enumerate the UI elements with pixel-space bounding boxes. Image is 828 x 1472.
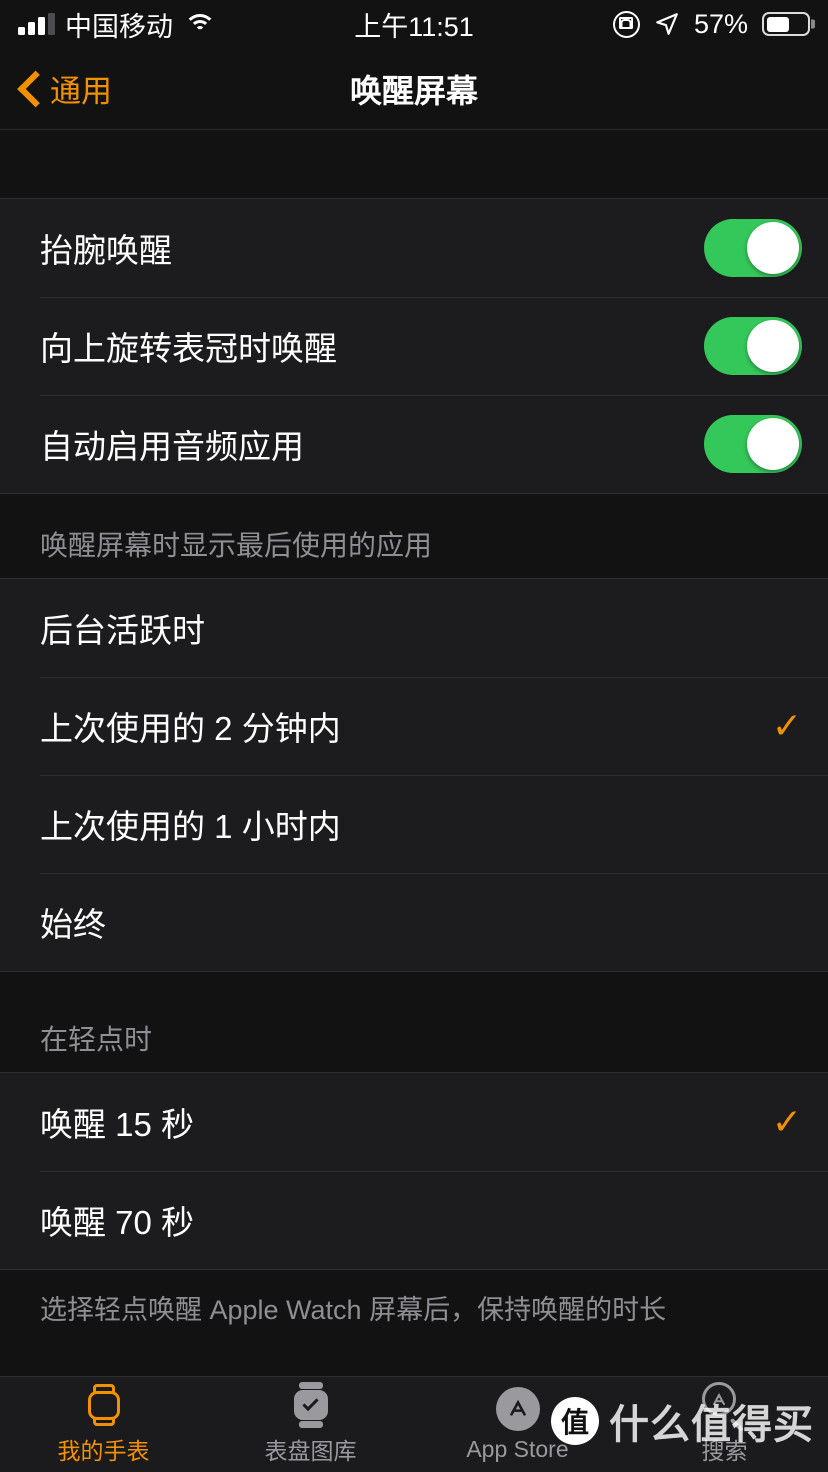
top-spacer (0, 130, 828, 198)
table-row[interactable]: 后台活跃时 (0, 579, 828, 677)
tab-label: 搜索 (701, 1438, 748, 1464)
tab-my-watch[interactable]: 我的手表 (0, 1377, 207, 1472)
row-label: 抬腕唤醒 (40, 232, 172, 269)
battery-percent-label: 57% (693, 8, 748, 39)
row-label: 向上旋转表冠时唤醒 (40, 330, 337, 367)
app-store-icon (495, 1386, 540, 1431)
status-bar-right: 57% (612, 8, 810, 40)
table-row[interactable]: 向上旋转表冠时唤醒 (0, 297, 828, 395)
tab-app-store[interactable]: App Store (414, 1377, 621, 1472)
watch-icon (85, 1383, 123, 1427)
wifi-icon (183, 12, 217, 36)
section-header-on-tap: 在轻点时 (0, 972, 828, 1072)
battery-icon (762, 12, 810, 36)
watch-face-gallery-icon (292, 1382, 330, 1428)
phone-screen: 中国移动 上午11:51 57% 通用 唤醒屏幕 抬腕唤醒 向上旋转表冠时唤醒 … (0, 0, 828, 1472)
checkmark-icon: ✓ (771, 1101, 802, 1142)
tab-label: 我的手表 (57, 1438, 150, 1464)
toggle-auto-launch-audio[interactable] (704, 415, 802, 473)
last-app-options-group: 后台活跃时 上次使用的 2 分钟内 ✓ 上次使用的 1 小时内 始终 (0, 578, 828, 972)
section-footer-on-tap: 选择轻点唤醒 Apple Watch 屏幕后，保持唤醒的时长 (0, 1270, 828, 1329)
tab-label: 表盘图库 (264, 1438, 357, 1464)
cellular-signal-icon (18, 13, 55, 35)
chevron-left-icon (22, 70, 44, 108)
row-label: 上次使用的 2 分钟内 (40, 710, 341, 747)
back-button[interactable]: 通用 (0, 66, 112, 111)
row-label: 上次使用的 1 小时内 (40, 808, 341, 845)
search-icon (701, 1382, 748, 1432)
table-row[interactable]: 抬腕唤醒 (0, 199, 828, 297)
table-row[interactable]: 上次使用的 1 小时内 (0, 775, 828, 873)
checkmark-icon: ✓ (771, 705, 802, 746)
settings-scroll-area[interactable]: 抬腕唤醒 向上旋转表冠时唤醒 自动启用音频应用 唤醒屏幕时显示最后使用的应用 后… (0, 130, 828, 1376)
row-label: 后台活跃时 (40, 612, 205, 649)
row-label: 唤醒 70 秒 (40, 1204, 195, 1241)
table-row[interactable]: 上次使用的 2 分钟内 ✓ (0, 677, 828, 775)
row-label: 自动启用音频应用 (40, 428, 304, 465)
table-row[interactable]: 唤醒 15 秒 ✓ (0, 1073, 828, 1171)
row-label: 始终 (40, 906, 106, 943)
toggle-wrist-raise[interactable] (704, 219, 802, 277)
location-arrow-icon (656, 13, 678, 35)
section-header-last-app: 唤醒屏幕时显示最后使用的应用 (0, 494, 828, 578)
carrier-label: 中国移动 (65, 11, 173, 42)
status-bar-left: 中国移动 (18, 5, 217, 44)
rotation-lock-icon (612, 10, 640, 38)
table-row[interactable]: 始终 (0, 873, 828, 971)
table-row[interactable]: 自动启用音频应用 (0, 395, 828, 493)
table-row[interactable]: 唤醒 70 秒 (0, 1171, 828, 1269)
tab-label: App Store (466, 1435, 569, 1462)
back-button-label: 通用 (50, 74, 112, 109)
tab-face-gallery[interactable]: 表盘图库 (207, 1377, 414, 1472)
on-tap-options-group: 唤醒 15 秒 ✓ 唤醒 70 秒 (0, 1072, 828, 1270)
row-label: 唤醒 15 秒 (40, 1106, 195, 1143)
tab-search[interactable]: 搜索 (621, 1377, 828, 1472)
navigation-bar: 通用 唤醒屏幕 (0, 48, 828, 130)
tab-bar: 我的手表 表盘图库 App Store 搜索 (0, 1376, 828, 1472)
page-title: 唤醒屏幕 (349, 72, 478, 109)
toggle-crown-rotate[interactable] (704, 317, 802, 375)
wake-toggles-group: 抬腕唤醒 向上旋转表冠时唤醒 自动启用音频应用 (0, 198, 828, 494)
status-bar: 中国移动 上午11:51 57% (0, 0, 828, 48)
